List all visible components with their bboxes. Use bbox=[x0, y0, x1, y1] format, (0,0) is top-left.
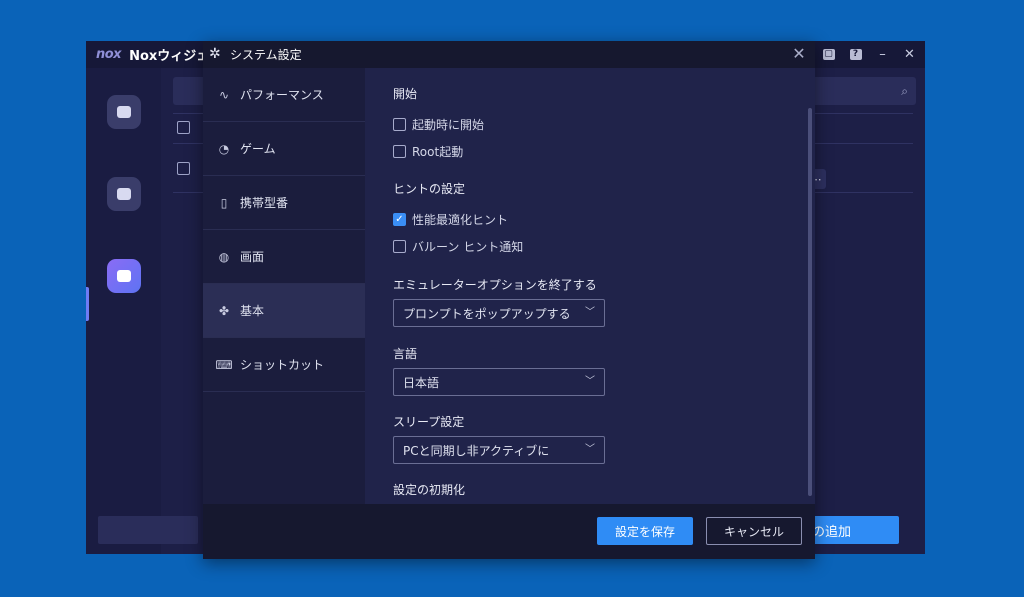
chevron-down-icon: ﹀ bbox=[585, 444, 595, 455]
performance-hint-checkbox[interactable]: ✓ 性能最適化ヒント bbox=[393, 211, 508, 228]
chevron-down-icon: ﹀ bbox=[585, 307, 595, 318]
checkbox-box bbox=[393, 145, 406, 158]
gear-icon: ✲ bbox=[209, 46, 221, 62]
waveform-icon: ∿ bbox=[218, 87, 230, 102]
checkbox-label: バルーン ヒント通知 bbox=[412, 240, 524, 254]
sleep-select[interactable]: PCと同期し非アクティブに ﹀ bbox=[393, 436, 605, 464]
hints-section-title: ヒントの設定 bbox=[393, 182, 466, 196]
startup-section-title: 開始 bbox=[393, 87, 418, 101]
stack-icon bbox=[117, 270, 131, 282]
exit-section-title: エミュレーターオプションを終了する bbox=[393, 278, 597, 292]
nav-item-label: ショットカット bbox=[240, 358, 325, 372]
search-input[interactable]: ⌕ bbox=[816, 77, 916, 105]
system-settings-dialog: ✲ システム設定 ✕ ∿ パフォーマンス ◔ ゲーム ▯ 携帯型番 ◍ 画面 ✤… bbox=[203, 41, 815, 559]
app-title: Noxウィジェ bbox=[129, 49, 210, 64]
puzzle-icon: ✤ bbox=[218, 303, 230, 318]
checkbox-label: 性能最適化ヒント bbox=[412, 213, 509, 227]
start-on-boot-checkbox[interactable]: 起動時に開始 bbox=[393, 116, 484, 133]
sidebar-store-button[interactable] bbox=[107, 177, 141, 211]
nox-logo: nox bbox=[96, 47, 122, 62]
nav-item-phone-model[interactable]: ▯ 携帯型番 bbox=[203, 176, 365, 230]
nav-item-basic[interactable]: ✤ 基本 bbox=[203, 284, 365, 338]
folder-icon[interactable]: ▢ bbox=[819, 45, 838, 64]
active-indicator bbox=[86, 287, 89, 321]
settings-nav: ∿ パフォーマンス ◔ ゲーム ▯ 携帯型番 ◍ 画面 ✤ 基本 ⌨ ショットカ… bbox=[203, 68, 365, 504]
gamepad-icon: ◔ bbox=[218, 141, 230, 156]
language-select[interactable]: 日本語 ﹀ bbox=[393, 368, 605, 396]
select-value: プロンプトをポップアップする bbox=[403, 306, 571, 321]
nav-item-label: ゲーム bbox=[240, 142, 276, 156]
phone-icon: ▯ bbox=[220, 195, 228, 210]
sidebar-multi-instance-button[interactable] bbox=[107, 259, 141, 293]
select-value: PCと同期し非アクティブに bbox=[403, 443, 550, 458]
bag-icon bbox=[117, 188, 131, 200]
dialog-footer: 設定を保存 キャンセル bbox=[203, 504, 815, 559]
language-section-title: 言語 bbox=[393, 347, 418, 361]
checkbox-label: 起動時に開始 bbox=[412, 118, 485, 132]
cancel-button[interactable]: キャンセル bbox=[706, 517, 802, 545]
checkbox-box bbox=[393, 118, 406, 131]
nav-item-label: 基本 bbox=[240, 304, 265, 318]
reset-section-title: 設定の初期化 bbox=[393, 483, 466, 497]
palette-icon: ◍ bbox=[218, 249, 230, 264]
sidebar-folder-button[interactable] bbox=[107, 95, 141, 129]
select-value: 日本語 bbox=[403, 375, 440, 390]
nav-item-label: 画面 bbox=[240, 250, 265, 264]
checkbox-box bbox=[393, 240, 406, 253]
app-sidebar bbox=[86, 68, 161, 554]
keyboard-icon: ⌨ bbox=[215, 357, 233, 372]
settings-content: 開始 起動時に開始 Root起動 ヒントの設定 ✓ 性能最適化ヒント バルーン … bbox=[365, 68, 815, 504]
nav-item-label: パフォーマンス bbox=[240, 88, 324, 102]
balloon-hint-checkbox[interactable]: バルーン ヒント通知 bbox=[393, 238, 523, 255]
dialog-title: システム設定 bbox=[230, 48, 302, 62]
save-button[interactable]: 設定を保存 bbox=[597, 517, 693, 545]
root-boot-checkbox[interactable]: Root起動 bbox=[393, 143, 463, 160]
close-icon[interactable]: ✕ bbox=[900, 45, 919, 64]
app-bottom-bar bbox=[98, 516, 198, 544]
dialog-titlebar: ✲ システム設定 ✕ bbox=[203, 41, 815, 68]
select-all-checkbox[interactable] bbox=[177, 121, 190, 134]
nav-item-shortcuts[interactable]: ⌨ ショットカット bbox=[203, 338, 365, 392]
folder-icon bbox=[117, 106, 131, 118]
search-icon: ⌕ bbox=[901, 83, 908, 98]
app-window-controls: ▢ ? – ✕ bbox=[819, 45, 919, 64]
row-checkbox[interactable] bbox=[177, 162, 190, 175]
exit-option-select[interactable]: プロンプトをポップアップする ﹀ bbox=[393, 299, 605, 327]
help-icon[interactable]: ? bbox=[846, 45, 865, 64]
nav-item-display[interactable]: ◍ 画面 bbox=[203, 230, 365, 284]
close-icon[interactable]: ✕ bbox=[790, 44, 808, 64]
checkbox-label: Root起動 bbox=[412, 145, 464, 159]
nav-item-label: 携帯型番 bbox=[240, 196, 289, 210]
nav-item-performance[interactable]: ∿ パフォーマンス bbox=[203, 68, 365, 122]
nav-item-game[interactable]: ◔ ゲーム bbox=[203, 122, 365, 176]
chevron-down-icon: ﹀ bbox=[585, 376, 595, 387]
minimize-icon[interactable]: – bbox=[873, 45, 892, 64]
checkmark-icon: ✓ bbox=[393, 213, 406, 226]
sleep-section-title: スリープ設定 bbox=[393, 415, 465, 429]
scrollbar[interactable] bbox=[808, 108, 812, 496]
